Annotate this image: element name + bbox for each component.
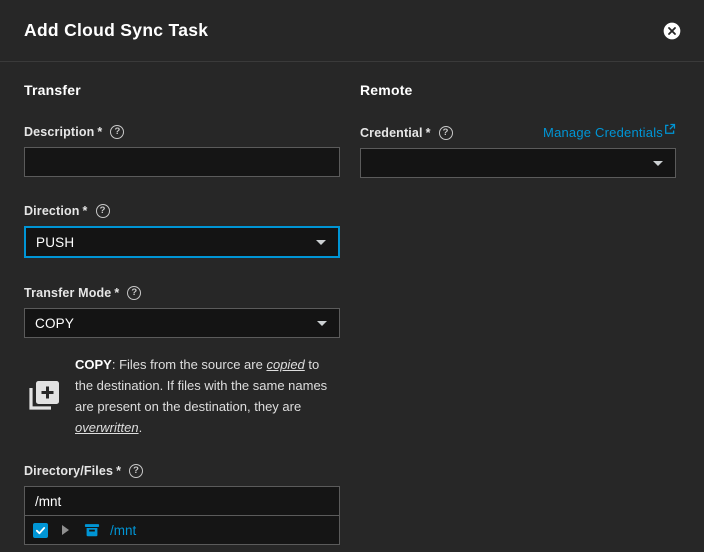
help-icon[interactable]: ? — [439, 126, 453, 140]
transfer-mode-label-row: Transfer Mode* ? — [24, 286, 340, 300]
direction-select-value: PUSH — [36, 235, 74, 250]
manage-credentials-link[interactable]: Manage Credentials — [543, 125, 676, 140]
add-cloud-sync-task-dialog: Add Cloud Sync Task Transfer Description… — [0, 0, 704, 552]
remote-column: Remote Credential* ? Manage Credentials — [360, 62, 676, 545]
direction-label: Direction* — [24, 204, 88, 218]
section-title-remote: Remote — [360, 82, 676, 98]
directory-files-label-row: Directory/Files* ? — [24, 464, 340, 478]
direction-select[interactable]: PUSH — [24, 226, 340, 258]
transfer-mode-label: Transfer Mode* — [24, 286, 119, 300]
dialog-title: Add Cloud Sync Task — [24, 20, 208, 41]
help-icon[interactable]: ? — [96, 204, 110, 218]
close-button[interactable] — [662, 21, 682, 41]
dataset-icon — [82, 520, 102, 540]
help-icon[interactable]: ? — [129, 464, 143, 478]
tree-node-label[interactable]: /mnt — [110, 523, 136, 538]
credential-label-row: Credential* ? Manage Credentials — [360, 125, 676, 140]
description-input[interactable] — [24, 147, 340, 177]
external-link-icon — [664, 123, 676, 135]
close-icon — [662, 21, 682, 41]
tree-expander-icon[interactable] — [62, 525, 69, 535]
transfer-mode-hint: COPY: Files from the source are copied t… — [24, 354, 340, 438]
hint-text: COPY: Files from the source are copied t… — [75, 354, 340, 438]
directory-tree: /mnt — [24, 515, 340, 545]
direction-label-row: Direction* ? — [24, 204, 340, 218]
check-icon — [35, 525, 46, 536]
section-title-transfer: Transfer — [24, 82, 340, 98]
directory-files-input[interactable] — [24, 486, 340, 516]
description-label: Description* — [24, 125, 102, 139]
credential-select[interactable] — [360, 148, 676, 178]
dialog-body: Transfer Description* ? Direction* ? PUS… — [0, 62, 704, 545]
description-label-row: Description* ? — [24, 125, 340, 139]
transfer-column: Transfer Description* ? Direction* ? PUS… — [24, 62, 340, 545]
transfer-mode-select-value: COPY — [35, 316, 74, 331]
dialog-header: Add Cloud Sync Task — [0, 0, 704, 62]
transfer-mode-select[interactable]: COPY — [24, 308, 340, 338]
credential-label: Credential* ? — [360, 126, 453, 140]
tree-node-checkbox[interactable] — [33, 523, 48, 538]
chevron-down-icon — [317, 321, 327, 326]
directory-files-label: Directory/Files* — [24, 464, 121, 478]
help-icon[interactable]: ? — [110, 125, 124, 139]
chevron-down-icon — [316, 240, 326, 245]
chevron-down-icon — [653, 161, 663, 166]
copy-add-icon — [24, 377, 62, 415]
help-icon[interactable]: ? — [127, 286, 141, 300]
